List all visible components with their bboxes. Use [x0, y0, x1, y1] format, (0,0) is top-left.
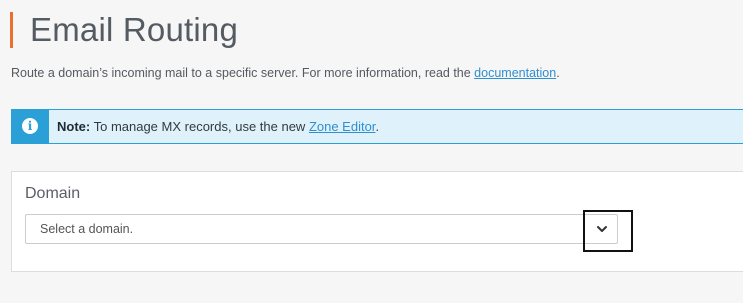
domain-select[interactable]: Select a domain. — [25, 214, 618, 244]
description-suffix: . — [556, 66, 560, 80]
description-text: Route a domain’s incoming mail to a spec… — [11, 66, 475, 80]
focus-highlight-box — [583, 210, 633, 252]
callout-note-label: Note: — [57, 119, 91, 134]
page-header: Email Routing — [10, 12, 238, 48]
documentation-link[interactable]: documentation — [474, 66, 556, 80]
callout-icon-bar: i — [12, 110, 49, 143]
info-icon: i — [22, 118, 38, 134]
domain-panel: Domain Select a domain. — [11, 171, 743, 272]
page-description: Route a domain’s incoming mail to a spec… — [11, 65, 560, 81]
page-title: Email Routing — [30, 11, 239, 48]
domain-label: Domain — [25, 185, 81, 202]
callout-suffix: . — [375, 119, 380, 134]
callout-message: Note: To manage MX records, use the new … — [57, 119, 379, 135]
domain-select-value: Select a domain. — [40, 222, 134, 236]
info-callout: i Note: To manage MX records, use the ne… — [11, 109, 743, 144]
callout-text: To manage MX records, use the new — [90, 119, 309, 134]
email-routing-page: Email Routing Route a domain’s incoming … — [0, 0, 743, 303]
zone-editor-link[interactable]: Zone Editor — [309, 119, 376, 134]
